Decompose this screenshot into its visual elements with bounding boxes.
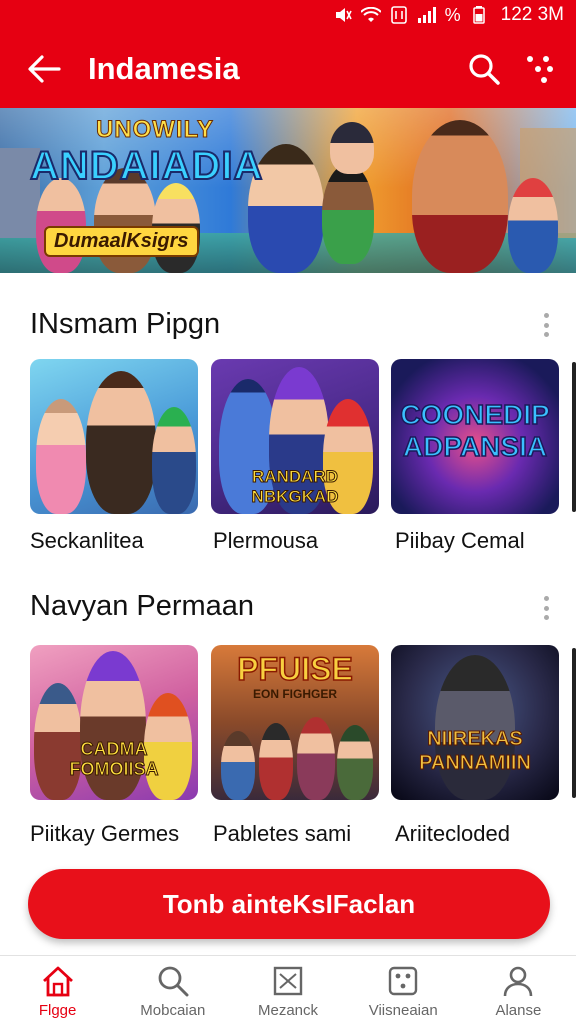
nav-item-profile[interactable]: Alanse — [461, 956, 576, 1024]
back-button[interactable] — [14, 39, 74, 99]
section-more-button[interactable] — [536, 593, 556, 623]
signal-icon — [417, 6, 437, 24]
home-icon — [41, 964, 75, 998]
nav-item-media[interactable]: Mezanck — [230, 956, 345, 1024]
more-dots-icon — [527, 56, 553, 83]
dot — [543, 322, 549, 328]
battery-icon — [469, 6, 489, 24]
tile-label: Plermousa — [213, 528, 319, 553]
game-tile[interactable]: PFUISE EON FIGHGER — [211, 645, 379, 800]
nav-item-home[interactable]: Flgge — [0, 956, 115, 1024]
nav-label: Mobcaian — [140, 1002, 206, 1019]
tile-character — [36, 399, 86, 514]
nav-label: Mezanck — [257, 1002, 319, 1019]
search-button[interactable] — [456, 41, 512, 97]
tile-label: Seckanlitea — [30, 528, 144, 553]
profile-icon — [501, 964, 535, 998]
search-icon — [156, 964, 190, 998]
nav-label: Alanse — [495, 1002, 542, 1019]
dot — [543, 596, 549, 601]
banner-character — [508, 178, 558, 273]
arrow-left-icon — [28, 55, 61, 83]
tile-art-subtitle: EON FIGHGER — [252, 687, 337, 701]
status-bar: % 122 3M — [0, 0, 576, 30]
banner-logo: UNOWILY ANDAIADIA — [29, 116, 264, 226]
app-bar: Indamesia — [0, 30, 576, 108]
tile-art-title: CADMA FOMOIISA — [69, 739, 159, 780]
tile-character — [337, 725, 373, 800]
dot — [543, 605, 549, 611]
primary-cta-button[interactable]: Tonb ainteKsIFaclan — [28, 869, 550, 939]
game-tile[interactable]: RANDARD NBKGKAD — [211, 359, 379, 514]
banner-character — [412, 120, 508, 273]
search-icon — [469, 54, 500, 85]
tile-character — [152, 407, 196, 514]
tile-label: Piitkay Germes — [30, 821, 180, 846]
tile-art-title: NIIREKAS PANNAMIIN — [419, 728, 532, 775]
more-options-button[interactable] — [512, 41, 568, 97]
dice-icon — [386, 964, 420, 998]
dot — [543, 615, 549, 620]
tile-art-title: PFUISE — [236, 650, 353, 688]
banner-character — [322, 164, 374, 264]
status-time: 122 3M — [500, 4, 564, 25]
tile-label: Pabletes sami — [213, 821, 352, 846]
game-tile[interactable] — [30, 359, 198, 514]
scroll-edge — [572, 648, 576, 798]
dot — [543, 332, 549, 337]
banner-logo-main: ANDAIADIA — [29, 143, 264, 189]
tile-character — [297, 717, 335, 800]
banner-logo-top: UNOWILY — [95, 116, 215, 144]
tile-art-title: COONEDIP ADPANSIA — [400, 398, 551, 463]
section-title: INsmam Pipgn — [30, 308, 221, 340]
scroll-edge — [572, 362, 576, 512]
section-title: Navyan Permaan — [30, 590, 255, 622]
game-tile[interactable]: NIIREKAS PANNAMIIN — [391, 645, 559, 800]
tile-character — [86, 371, 156, 514]
bottom-nav: Flgge Mobcaian Mezanck Viisneaian Alanse — [0, 955, 576, 1024]
battery-percent: % — [444, 4, 461, 25]
section-more-button[interactable] — [536, 310, 556, 340]
nav-label: Flgge — [38, 1002, 77, 1019]
data-transfer-icon — [389, 6, 409, 24]
image-icon — [271, 964, 305, 998]
game-tile[interactable]: CADMA FOMOIISA — [30, 645, 198, 800]
tile-label: Ariitecloded — [395, 821, 510, 846]
game-tile[interactable]: COONEDIP ADPANSIA — [391, 359, 559, 514]
mute-icon — [333, 6, 353, 24]
nav-label: Viisneaian — [368, 1002, 438, 1019]
page-title: Indamesia — [88, 51, 240, 86]
wifi-icon — [360, 6, 381, 24]
promo-banner[interactable]: UNOWILY ANDAIADIA DumaalKsigrs — [0, 108, 576, 273]
tile-label: Piibay Cemal — [395, 528, 525, 553]
dot — [543, 313, 549, 318]
tile-character — [259, 723, 293, 800]
banner-character — [330, 122, 374, 174]
nav-item-games[interactable]: Viisneaian — [346, 956, 461, 1024]
tile-art-title: RANDARD NBKGKAD — [251, 467, 339, 507]
banner-subtitle: DumaalKsigrs — [44, 226, 199, 257]
tile-character — [221, 731, 255, 800]
nav-item-search[interactable]: Mobcaian — [115, 956, 230, 1024]
